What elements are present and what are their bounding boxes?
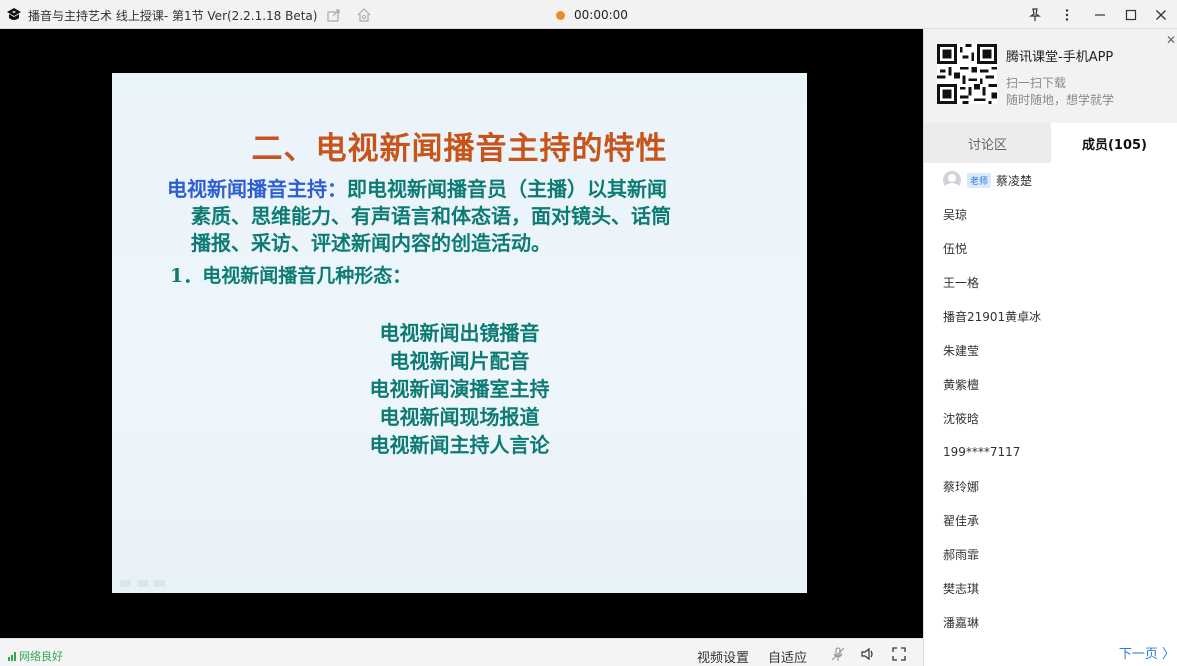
chevron-right-icon: 〉 bbox=[1157, 647, 1175, 662]
promo-line-2: 随时随地，想学就学 bbox=[1006, 93, 1115, 107]
members-list: 老师 蔡凌楚 吴琼 伍悦 王一格 播音21901黄卓冰 朱建莹 黄紫檀 沈筱晗 … bbox=[924, 163, 1177, 639]
member-item[interactable]: 199****7117 bbox=[924, 435, 1177, 469]
slide-subheading: 1．电视新闻播音几种形态： bbox=[170, 265, 412, 287]
slide-forms-list: 电视新闻出镜播音 电视新闻片配音 电视新闻演播室主持 电视新闻现场报道 电视新闻… bbox=[112, 319, 807, 459]
member-item[interactable]: 黄紫檀 bbox=[924, 367, 1177, 401]
member-item-teacher[interactable]: 老师 蔡凌楚 bbox=[924, 163, 1177, 197]
pin-icon bbox=[1029, 8, 1041, 21]
speaker-icon[interactable] bbox=[860, 646, 876, 662]
member-item[interactable]: 樊志琪 bbox=[924, 571, 1177, 605]
video-settings-button[interactable]: 视频设置 bbox=[697, 647, 749, 666]
window-title: 播音与主持艺术 线上授课- 第1节 Ver(2.2.1.18 Beta) bbox=[28, 9, 318, 23]
network-status-text: 网络良好 bbox=[19, 650, 63, 663]
member-item[interactable]: 郝雨霏 bbox=[924, 537, 1177, 571]
next-page-link[interactable]: 下一页 〉 bbox=[1119, 643, 1175, 662]
minimize-button[interactable] bbox=[1090, 5, 1110, 25]
title-bar: 播音与主持艺术 线上授课- 第1节 Ver(2.2.1.18 Beta) 00:… bbox=[0, 0, 1177, 29]
promo-close-icon[interactable]: ✕ bbox=[1166, 33, 1176, 47]
next-page-label: 下一页 bbox=[1118, 647, 1158, 662]
slide-definition: 电视新闻播音主持：即电视新闻播音员（主播）以其新闻 素质、思维能力、有声语言和体… bbox=[167, 176, 757, 257]
form-item: 电视新闻现场报道 bbox=[379, 405, 540, 429]
timer-text: 00:00:00 bbox=[574, 8, 628, 22]
mobile-app-promo: 腾讯课堂-手机APP 扫一扫下载 随时随地，想学就学 ✕ bbox=[924, 29, 1177, 123]
class-timer: 00:00:00 bbox=[556, 7, 628, 23]
tab-members[interactable]: 成员(105) bbox=[1051, 123, 1177, 163]
tab-discussion[interactable]: 讨论区 bbox=[924, 123, 1051, 163]
definition-line-2: 素质、思维能力、有声语言和体态语，面对镜头、话筒 bbox=[191, 204, 671, 228]
form-item: 电视新闻出镜播音 bbox=[379, 321, 540, 345]
member-item[interactable]: 蔡玲娜 bbox=[924, 469, 1177, 503]
qr-code-icon bbox=[937, 44, 997, 104]
close-icon bbox=[1156, 10, 1166, 20]
presentation-stage[interactable]: 二、电视新闻播音主持的特性 电视新闻播音主持：即电视新闻播音员（主播）以其新闻 … bbox=[0, 29, 923, 638]
lecture-slide: 二、电视新闻播音主持的特性 电视新闻播音主持：即电视新闻播音员（主播）以其新闻 … bbox=[112, 73, 807, 593]
form-item: 电视新闻演播室主持 bbox=[369, 377, 550, 401]
member-item[interactable]: 王一格 bbox=[924, 265, 1177, 299]
recording-dot-icon bbox=[556, 10, 565, 20]
member-item[interactable]: 潘嘉琳 bbox=[924, 605, 1177, 639]
share-icon[interactable] bbox=[326, 7, 342, 23]
slide-menu-icon[interactable] bbox=[137, 580, 148, 587]
signal-bars-icon bbox=[8, 651, 16, 661]
avatar-icon bbox=[943, 171, 961, 189]
member-item[interactable]: 翟佳承 bbox=[924, 503, 1177, 537]
network-status: 网络良好 bbox=[8, 648, 63, 664]
microphone-muted-icon[interactable] bbox=[830, 646, 846, 662]
bottom-toolbar: 网络良好 视频设置 自适应 bbox=[0, 638, 923, 666]
slide-next-icon[interactable] bbox=[154, 580, 165, 587]
maximize-icon bbox=[1125, 9, 1137, 21]
member-item[interactable]: 播音21901黄卓冰 bbox=[924, 299, 1177, 333]
member-item[interactable]: 朱建莹 bbox=[924, 333, 1177, 367]
more-vertical-icon bbox=[1065, 9, 1069, 21]
close-button[interactable] bbox=[1151, 5, 1171, 25]
slide-nav-controls[interactable] bbox=[120, 580, 165, 587]
pin-button[interactable] bbox=[1025, 5, 1045, 25]
minimize-icon bbox=[1095, 14, 1105, 16]
fit-button[interactable]: 自适应 bbox=[768, 647, 807, 666]
side-panel: 腾讯课堂-手机APP 扫一扫下载 随时随地，想学就学 ✕ 讨论区 成员(105)… bbox=[923, 29, 1177, 666]
promo-line-1: 扫一扫下载 bbox=[1006, 76, 1067, 90]
slide-title: 二、电视新闻播音主持的特性 bbox=[251, 131, 668, 167]
member-item[interactable]: 吴琼 bbox=[924, 197, 1177, 231]
more-button[interactable] bbox=[1057, 5, 1077, 25]
definition-term: 电视新闻播音主持： bbox=[167, 177, 347, 201]
teacher-badge: 老师 bbox=[967, 172, 992, 188]
tencent-classroom-logo-icon bbox=[7, 8, 21, 20]
definition-line-1: 即电视新闻播音员（主播）以其新闻 bbox=[347, 177, 667, 201]
panel-tabs: 讨论区 成员(105) bbox=[924, 123, 1177, 163]
form-item: 电视新闻主持人言论 bbox=[369, 433, 550, 457]
definition-line-3: 播报、采访、评述新闻内容的创造活动。 bbox=[191, 231, 551, 255]
member-name: 蔡凌楚 bbox=[996, 173, 1033, 188]
slide-prev-icon[interactable] bbox=[120, 580, 131, 587]
fullscreen-icon[interactable] bbox=[891, 646, 907, 662]
promo-title: 腾讯课堂-手机APP bbox=[1006, 50, 1114, 65]
maximize-button[interactable] bbox=[1121, 5, 1141, 25]
form-item: 电视新闻片配音 bbox=[389, 349, 530, 373]
member-item[interactable]: 伍悦 bbox=[924, 231, 1177, 265]
member-item[interactable]: 沈筱晗 bbox=[924, 401, 1177, 435]
home-icon[interactable] bbox=[356, 7, 372, 23]
